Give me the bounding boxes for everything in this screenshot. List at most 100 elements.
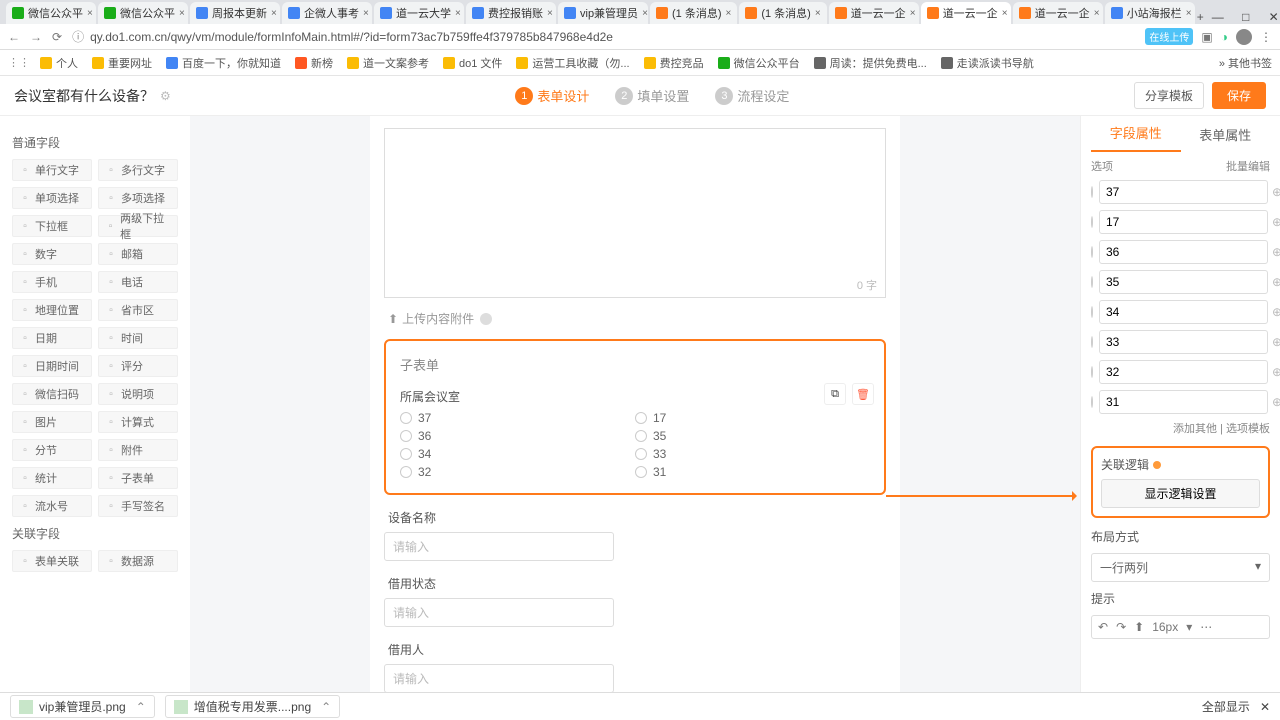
hint-toolbar[interactable]: ↶ ↷ ⬆ 16px▾ ⋯ (1091, 615, 1270, 639)
url-display[interactable]: qy.do1.com.cn/qwy/vm/module/formInfoMain… (90, 30, 1145, 44)
upload-attachment[interactable]: ⬆上传内容附件 (388, 310, 882, 327)
browser-tab[interactable]: 微信公众平× (6, 2, 96, 24)
add-option-icon[interactable]: ⊕ (1272, 335, 1280, 349)
close-tab-icon[interactable]: × (1186, 8, 1192, 19)
radio-option[interactable]: 31 (635, 465, 870, 479)
close-tab-icon[interactable]: × (815, 8, 821, 19)
option-input[interactable] (1099, 240, 1268, 264)
batch-edit-link[interactable]: 批量编辑 (1226, 158, 1270, 174)
bookmark-item[interactable]: 百度一下，你就知道 (166, 55, 281, 71)
close-tab-icon[interactable]: × (363, 8, 369, 19)
add-option-icon[interactable]: ⊕ (1272, 395, 1280, 409)
field-type-button[interactable]: ▫多项选择 (98, 187, 178, 209)
field-type-button[interactable]: ▫数字 (12, 243, 92, 265)
browser-tab[interactable]: 道一云一企× (1013, 2, 1103, 24)
subform-block[interactable]: 子表单 所属会议室 ⧉ 🗑 3717363534333231 (384, 339, 886, 495)
other-bookmarks[interactable]: » 其他书签 (1219, 55, 1272, 71)
window-maximize[interactable]: □ (1232, 10, 1260, 24)
close-downloads-bar[interactable]: ✕ (1260, 700, 1270, 714)
radio-icon[interactable] (1091, 186, 1093, 198)
bookmark-item[interactable]: 新榜 (295, 55, 333, 71)
radio-icon[interactable] (1091, 246, 1093, 258)
bookmark-item[interactable]: 个人 (40, 55, 78, 71)
bookmark-item[interactable]: 走读派读书导航 (941, 55, 1034, 71)
layout-select[interactable]: 一行两列▾ (1091, 553, 1270, 582)
radio-option[interactable]: 37 (400, 411, 635, 425)
add-option-icon[interactable]: ⊕ (1272, 245, 1280, 259)
browser-tab[interactable]: 小站海报栏× (1105, 2, 1195, 24)
field-type-button[interactable]: ▫省市区 (98, 299, 178, 321)
step-form-design[interactable]: 1表单设计 (515, 86, 589, 105)
field-type-button[interactable]: ▫多行文字 (98, 159, 178, 181)
window-close[interactable]: ✕ (1260, 10, 1280, 24)
gear-icon[interactable]: ⚙ (160, 89, 171, 103)
reload-button[interactable]: ⟳ (52, 30, 62, 44)
show-logic-settings-button[interactable]: 显示逻辑设置 (1101, 479, 1260, 508)
field-type-button[interactable]: ▫日期时间 (12, 355, 92, 377)
close-tab-icon[interactable]: × (1094, 8, 1100, 19)
browser-tab[interactable]: 道一云大学× (374, 2, 464, 24)
browser-tab[interactable]: 周报本更新× (190, 2, 280, 24)
option-input[interactable] (1099, 270, 1268, 294)
font-size[interactable]: 16px (1152, 620, 1178, 634)
browser-tab[interactable]: 企微人事考× (282, 2, 372, 24)
browser-tab[interactable]: vip兼管理员× (558, 2, 648, 24)
browser-tab[interactable]: (1 条消息)× (739, 2, 826, 24)
close-tab-icon[interactable]: × (179, 8, 185, 19)
option-input[interactable] (1099, 210, 1268, 234)
radio-icon[interactable] (1091, 366, 1093, 378)
radio-option[interactable]: 35 (635, 429, 870, 443)
tab-form-props[interactable]: 表单属性 (1181, 125, 1271, 152)
browser-tab[interactable]: 道一云一企× (921, 2, 1011, 24)
field-type-button[interactable]: ▫手写签名 (98, 495, 178, 517)
field-type-button[interactable]: ▫统计 (12, 467, 92, 489)
undo-icon[interactable]: ↶ (1098, 620, 1108, 634)
bookmark-item[interactable]: 重要网址 (92, 55, 152, 71)
bookmark-item[interactable]: 微信公众平台 (718, 55, 800, 71)
field-type-button[interactable]: ▫单行文字 (12, 159, 92, 181)
field-type-button[interactable]: ▫手机 (12, 271, 92, 293)
redo-icon[interactable]: ↷ (1116, 620, 1126, 634)
add-option-icon[interactable]: ⊕ (1272, 185, 1280, 199)
radio-icon[interactable] (1091, 306, 1093, 318)
close-tab-icon[interactable]: × (547, 8, 553, 19)
close-tab-icon[interactable]: × (87, 8, 93, 19)
option-input[interactable] (1099, 180, 1268, 204)
field-type-button[interactable]: ▫分节 (12, 439, 92, 461)
back-button[interactable]: ← (8, 30, 20, 44)
field-type-button[interactable]: ▫表单关联 (12, 550, 92, 572)
bookmark-item[interactable]: 周读：提供免费电... (814, 55, 927, 71)
radio-option[interactable]: 36 (400, 429, 635, 443)
device-name-input[interactable]: 请输入 (384, 532, 614, 561)
add-option-icon[interactable]: ⊕ (1272, 305, 1280, 319)
field-type-button[interactable]: ▫两级下拉框 (98, 215, 178, 237)
download-item[interactable]: 增值税专用发票....png⌃ (165, 695, 340, 718)
menu-icon[interactable]: ⋮ (1260, 30, 1272, 44)
new-tab-button[interactable]: + (1197, 10, 1204, 24)
radio-option[interactable]: 34 (400, 447, 635, 461)
upload-badge[interactable]: 在线上传 (1145, 28, 1193, 45)
apps-button[interactable]: ⋮⋮ (8, 56, 30, 69)
radio-icon[interactable] (1091, 216, 1093, 228)
radio-icon[interactable] (1091, 336, 1093, 348)
field-type-button[interactable]: ▫附件 (98, 439, 178, 461)
radio-icon[interactable] (1091, 276, 1093, 288)
field-type-button[interactable]: ▫数据源 (98, 550, 178, 572)
add-other-link[interactable]: 添加其他 | 选项模板 (1091, 420, 1270, 436)
save-button[interactable]: 保存 (1212, 82, 1266, 109)
option-input[interactable] (1099, 300, 1268, 324)
option-input[interactable] (1099, 390, 1268, 414)
delete-icon[interactable]: 🗑 (852, 383, 874, 405)
field-type-button[interactable]: ▫图片 (12, 411, 92, 433)
upload-icon[interactable]: ⬆ (1134, 620, 1144, 634)
browser-tab[interactable]: 道一云一企× (829, 2, 919, 24)
borrow-status-input[interactable]: 请输入 (384, 598, 614, 627)
browser-tab[interactable]: 费控报销账× (466, 2, 556, 24)
bookmark-item[interactable]: do1 文件 (443, 55, 502, 71)
borrower-input[interactable]: 请输入 (384, 664, 614, 692)
radio-icon[interactable] (1091, 396, 1093, 408)
bookmark-item[interactable]: 费控竞品 (644, 55, 704, 71)
textarea-field[interactable]: 0 字 (384, 128, 886, 298)
window-minimize[interactable]: — (1204, 10, 1232, 24)
download-item[interactable]: vip兼管理员.png⌃ (10, 695, 155, 718)
